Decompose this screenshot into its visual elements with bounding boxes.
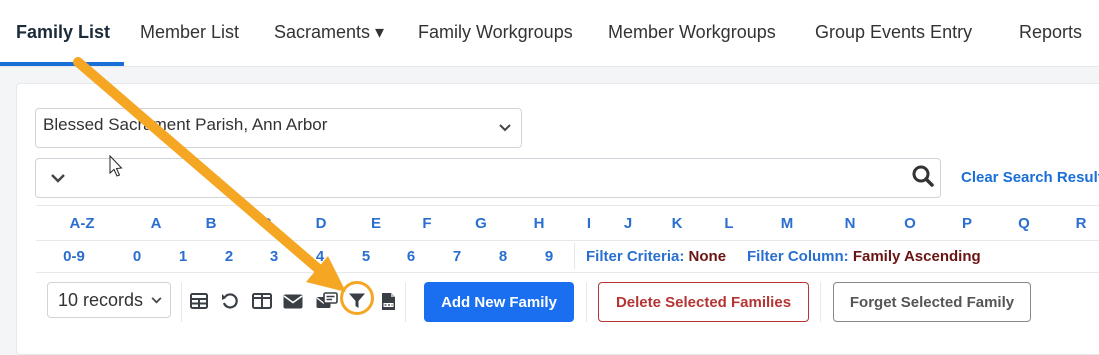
chevron-down-icon[interactable] bbox=[50, 159, 66, 197]
alpha-filter-j[interactable]: J bbox=[624, 215, 632, 232]
divider bbox=[586, 282, 587, 322]
num-filter-4[interactable]: 4 bbox=[316, 248, 324, 265]
filter-column: Filter Column: Family Ascending bbox=[747, 248, 981, 265]
alpha-filter-m[interactable]: M bbox=[781, 215, 794, 232]
records-per-page-select[interactable]: 10 records bbox=[47, 282, 171, 318]
num-filter-1[interactable]: 1 bbox=[179, 248, 187, 265]
chevron-down-icon bbox=[148, 283, 164, 317]
alpha-filter-n[interactable]: N bbox=[845, 215, 856, 232]
alpha-filter-g[interactable]: G bbox=[475, 215, 487, 232]
tab-member-list[interactable]: Member List bbox=[140, 22, 239, 43]
divider bbox=[820, 282, 821, 322]
columns-icon[interactable] bbox=[252, 290, 272, 312]
alpha-filter-e[interactable]: E bbox=[371, 215, 381, 232]
alpha-filter-q[interactable]: Q bbox=[1018, 215, 1030, 232]
alpha-filter-d[interactable]: D bbox=[316, 215, 327, 232]
table-icon[interactable] bbox=[189, 290, 209, 312]
tab-family-list[interactable]: Family List bbox=[16, 22, 110, 43]
alpha-filter-l[interactable]: L bbox=[724, 215, 733, 232]
delete-selected-families-button[interactable]: Delete Selected Families bbox=[598, 282, 809, 322]
tab-reports[interactable]: Reports bbox=[1019, 22, 1082, 43]
alpha-filter-c[interactable]: C bbox=[261, 215, 272, 232]
clear-search-result-link[interactable]: Clear Search Result bbox=[961, 169, 1099, 186]
filter-icon-highlight bbox=[340, 281, 374, 315]
divider bbox=[405, 282, 406, 322]
tab-member-workgroups[interactable]: Member Workgroups bbox=[608, 22, 776, 43]
add-new-family-button[interactable]: Add New Family bbox=[424, 282, 574, 322]
num-filter-5[interactable]: 5 bbox=[362, 248, 370, 265]
csv-file-icon[interactable] bbox=[378, 290, 398, 312]
alphabet-filter: A-Z A B C D E F G H I J K L M N O P Q R bbox=[36, 205, 1099, 241]
tab-sacraments[interactable]: Sacraments ▾ bbox=[274, 22, 384, 43]
records-per-page-value: 10 records bbox=[58, 290, 144, 310]
alpha-filter-a[interactable]: A bbox=[151, 215, 162, 232]
alpha-filter-a-z[interactable]: A-Z bbox=[70, 215, 95, 232]
filter-criteria-value: None bbox=[688, 248, 727, 265]
alpha-filter-i[interactable]: I bbox=[587, 215, 591, 232]
alpha-filter-f[interactable]: F bbox=[422, 215, 431, 232]
forget-selected-family-button[interactable]: Forget Selected Family bbox=[833, 282, 1031, 322]
filter-column-value: Family Ascending bbox=[852, 248, 981, 265]
top-navigation: Family List Member List Sacraments ▾ Fam… bbox=[0, 0, 1099, 67]
number-filter: 0-9 0 1 2 3 4 5 6 7 8 9 Filter Criteria:… bbox=[36, 239, 1099, 273]
divider bbox=[574, 243, 575, 269]
active-tab-indicator bbox=[0, 62, 124, 66]
alpha-filter-h[interactable]: H bbox=[534, 215, 545, 232]
num-filter-8[interactable]: 8 bbox=[499, 248, 507, 265]
alpha-filter-o[interactable]: O bbox=[904, 215, 916, 232]
chevron-down-icon bbox=[497, 109, 513, 147]
mail-merge-icon[interactable] bbox=[315, 290, 339, 312]
num-filter-9[interactable]: 9 bbox=[545, 248, 553, 265]
email-icon[interactable] bbox=[283, 290, 303, 312]
filter-criteria-label: Filter Criteria: bbox=[586, 248, 685, 265]
alpha-filter-p[interactable]: P bbox=[962, 215, 972, 232]
parish-select-value: Blessed Sacrament Parish, Ann Arbor bbox=[43, 115, 328, 134]
tab-group-events-entry[interactable]: Group Events Entry bbox=[815, 22, 972, 43]
alpha-filter-b[interactable]: B bbox=[206, 215, 217, 232]
num-filter-7[interactable]: 7 bbox=[453, 248, 461, 265]
alpha-filter-r[interactable]: R bbox=[1076, 215, 1087, 232]
search-input[interactable] bbox=[35, 158, 941, 198]
num-filter-3[interactable]: 3 bbox=[270, 248, 278, 265]
num-filter-0[interactable]: 0 bbox=[133, 248, 141, 265]
divider bbox=[181, 282, 182, 322]
undo-icon[interactable] bbox=[220, 290, 240, 312]
filter-criteria: Filter Criteria: None bbox=[586, 248, 726, 265]
parish-select[interactable]: Blessed Sacrament Parish, Ann Arbor bbox=[35, 108, 522, 148]
search-button[interactable] bbox=[905, 158, 941, 198]
num-filter-0-9[interactable]: 0-9 bbox=[63, 248, 85, 265]
alpha-filter-k[interactable]: K bbox=[672, 215, 683, 232]
search-icon bbox=[912, 165, 934, 192]
num-filter-6[interactable]: 6 bbox=[407, 248, 415, 265]
tab-family-workgroups[interactable]: Family Workgroups bbox=[418, 22, 573, 43]
num-filter-2[interactable]: 2 bbox=[225, 248, 233, 265]
filter-column-label: Filter Column: bbox=[747, 248, 849, 265]
